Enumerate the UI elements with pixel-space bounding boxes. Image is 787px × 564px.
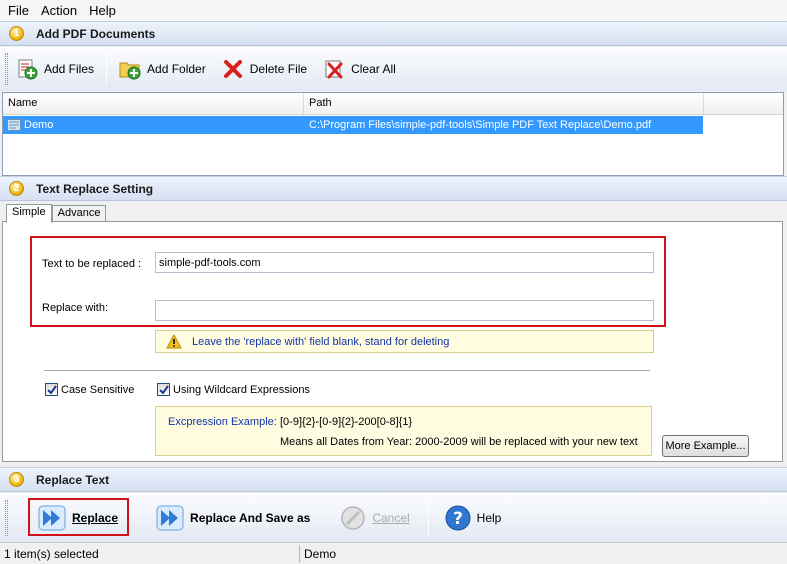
- pdf-file-icon: [7, 119, 21, 131]
- cancel-icon: [341, 505, 366, 530]
- menu-help[interactable]: Help: [85, 0, 124, 21]
- more-example-button[interactable]: More Example...: [662, 435, 749, 457]
- step-number-icon: 1: [9, 26, 24, 41]
- toolbar-separator: [427, 499, 429, 536]
- status-current-file: Demo: [304, 546, 337, 561]
- replace-with-label: Replace with:: [42, 302, 109, 314]
- warning-icon: [166, 334, 182, 349]
- delete-x-icon: [223, 60, 242, 78]
- add-folder-button[interactable]: Add Folder: [111, 54, 214, 84]
- text-to-replace-input[interactable]: [155, 252, 654, 273]
- section-title: Text Replace Setting: [36, 181, 154, 196]
- file-name-cell: Demo: [24, 119, 54, 131]
- file-path-cell: C:\Program Files\simple-pdf-tools\Simple…: [309, 119, 652, 131]
- case-sensitive-checkbox[interactable]: Case Sensitive: [45, 383, 134, 396]
- fast-forward-icon: [156, 505, 184, 530]
- add-files-button[interactable]: Add Files: [8, 54, 102, 84]
- section-text-replace-header: 2 Text Replace Setting: [0, 176, 787, 201]
- menu-file[interactable]: File: [4, 0, 37, 21]
- add-folder-icon: [119, 62, 141, 80]
- replace-highlight-box: [28, 498, 129, 536]
- blank-warning-banner: Leave the 'replace with' field blank, st…: [155, 330, 654, 353]
- replace-with-input[interactable]: [155, 300, 654, 321]
- replace-and-save-as-button[interactable]: Replace And Save as: [148, 500, 318, 536]
- example-description: Means all Dates from Year: 2000-2009 wil…: [280, 436, 638, 448]
- menu-action[interactable]: Action: [37, 0, 85, 21]
- file-toolbar: Add Files Add Folder Delete File Clear A…: [0, 47, 787, 91]
- clear-all-icon: [325, 60, 343, 79]
- warning-text: Leave the 'replace with' field blank, st…: [192, 335, 450, 348]
- checkbox-checked-icon: [45, 383, 58, 396]
- column-header-path[interactable]: Path: [304, 93, 704, 114]
- step-number-icon: 3: [9, 472, 24, 487]
- delete-file-button[interactable]: Delete File: [214, 54, 315, 84]
- file-list[interactable]: Name Path Demo C:\Program Files\simple-p…: [2, 92, 784, 176]
- section-add-pdf-header: 1 Add PDF Documents: [0, 21, 787, 46]
- status-bar: 1 item(s) selected Demo: [0, 542, 787, 564]
- cancel-button[interactable]: Cancel: [332, 500, 417, 536]
- help-button[interactable]: ? Help: [437, 500, 510, 536]
- file-list-header: Name Path: [3, 93, 783, 115]
- column-header-name[interactable]: Name: [3, 93, 304, 114]
- help-question-icon: ?: [445, 505, 471, 530]
- example-pattern: [0-9]{2}-[0-9]{2}-200[0-8]{1}: [280, 416, 413, 428]
- text-to-replace-label: Text to be replaced :: [42, 258, 142, 270]
- clear-all-button[interactable]: Clear All: [315, 54, 404, 84]
- section-replace-text-header: 3 Replace Text: [0, 467, 787, 492]
- section-title: Replace Text: [36, 472, 110, 487]
- svg-text:?: ?: [453, 509, 463, 529]
- checkbox-checked-icon: [157, 383, 170, 396]
- example-label: Excpression Example:: [168, 416, 277, 428]
- divider: [44, 370, 650, 372]
- expression-example-box: Excpression Example: [0-9]{2}-[0-9]{2}-2…: [155, 406, 652, 456]
- file-list-row[interactable]: Demo C:\Program Files\simple-pdf-tools\S…: [3, 116, 703, 134]
- tab-simple[interactable]: Simple: [6, 204, 52, 223]
- settings-tabs: Simple Advance: [6, 203, 107, 223]
- add-files-icon: [18, 59, 38, 80]
- toolbar-separator: [106, 54, 108, 84]
- status-selected-count: 1 item(s) selected: [0, 544, 300, 563]
- tab-advance[interactable]: Advance: [51, 205, 107, 222]
- section-title: Add PDF Documents: [36, 26, 156, 41]
- menu-bar: File Action Help: [0, 0, 787, 21]
- wildcard-checkbox[interactable]: Using Wildcard Expressions: [157, 383, 310, 396]
- toolbar-grip[interactable]: [5, 499, 8, 536]
- step-number-icon: 2: [9, 181, 24, 196]
